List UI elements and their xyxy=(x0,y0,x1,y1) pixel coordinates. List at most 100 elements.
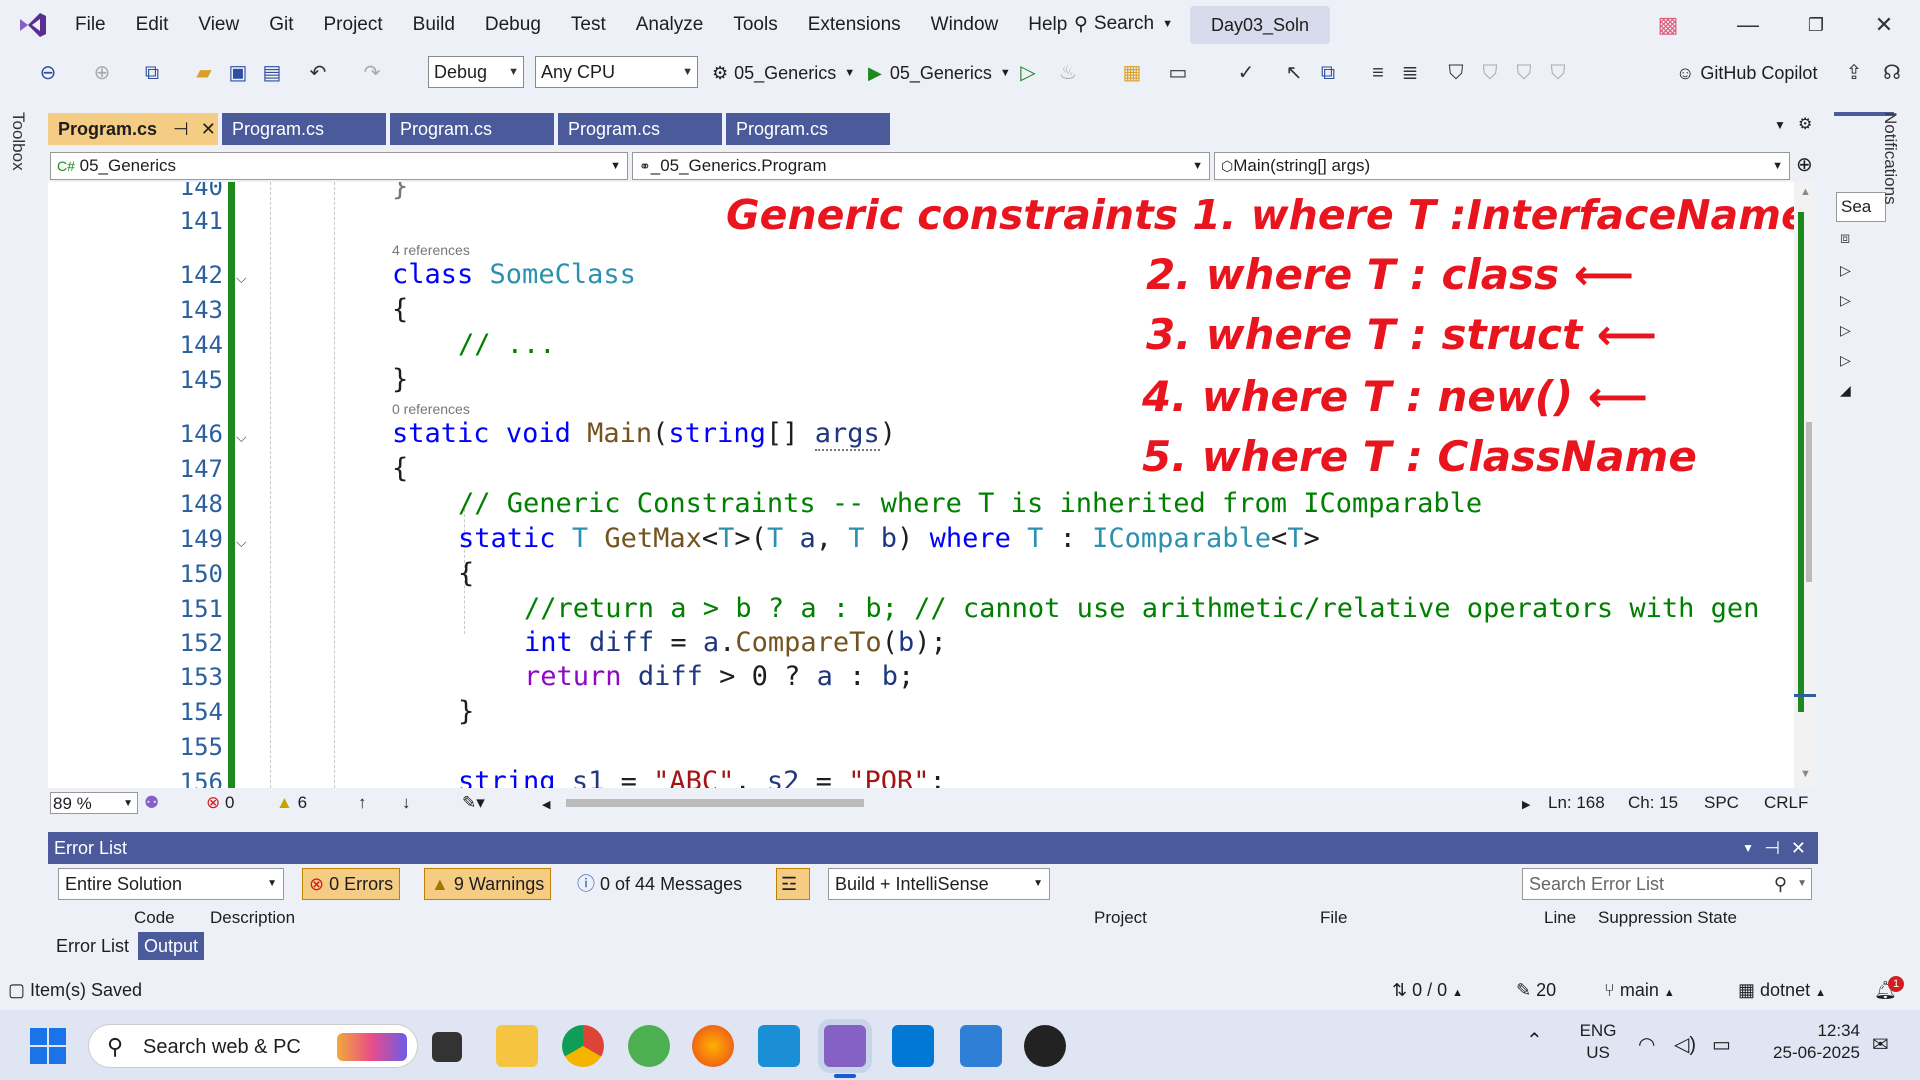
tab-program-cs-active[interactable]: Program.cs ⊣ ✕ xyxy=(48,113,218,145)
collapse-icon[interactable]: ◢ xyxy=(1840,382,1851,399)
errors-filter-toggle[interactable]: ⊗ 0 Errors xyxy=(302,868,401,900)
codelens-references[interactable]: 4 references xyxy=(392,242,470,258)
menu-extensions[interactable]: Extensions xyxy=(793,0,916,50)
class-nav-select[interactable]: ⚭_05_Generics.Program ▼ xyxy=(632,152,1210,180)
menu-file[interactable]: File xyxy=(60,0,121,50)
notifications-bell[interactable]: 🔔︎ 1 xyxy=(1874,970,1904,1010)
fold-toggle[interactable]: ⌵ xyxy=(236,534,247,551)
codelens-references[interactable]: 0 references xyxy=(392,401,470,417)
column-header-code[interactable]: Code xyxy=(134,906,175,930)
warning-count[interactable]: ▲ 6 xyxy=(276,792,307,814)
prev-bookmark-icon[interactable]: ⛉ xyxy=(1478,62,1502,84)
messages-filter-toggle[interactable]: ⓘ 0 of 44 Messages xyxy=(570,868,749,900)
pin-icon[interactable]: ⊣ xyxy=(173,119,189,139)
error-count[interactable]: ⊗ 0 xyxy=(206,792,234,814)
scroll-right-icon[interactable]: ▶ xyxy=(1522,794,1530,816)
feedback-icon[interactable]: ☊ xyxy=(1880,62,1904,84)
battery-icon[interactable]: ▭ xyxy=(1712,1034,1731,1056)
tab-output[interactable]: Output xyxy=(138,932,205,960)
start-debugging-button[interactable]: ▶ 05_Generics ▼ xyxy=(868,60,1011,86)
notepad-icon[interactable] xyxy=(960,1025,1002,1067)
code-cleanup-icon[interactable]: ✎▾ xyxy=(462,792,485,814)
scroll-down-icon[interactable]: ▼ xyxy=(1800,768,1811,780)
column-header-project[interactable]: Project xyxy=(1094,906,1147,930)
column-header-description[interactable]: Description xyxy=(210,906,295,930)
visual-studio-logo-icon[interactable] xyxy=(16,9,48,41)
scroll-left-icon[interactable]: ◀ xyxy=(542,794,550,816)
fold-toggle[interactable]: ⌵ xyxy=(236,270,247,287)
next-issue-icon[interactable]: ↓ xyxy=(402,792,411,814)
fold-toggle[interactable]: ⌵ xyxy=(236,429,247,446)
project-nav-select[interactable]: C# 05_Generics ▼ xyxy=(50,152,628,180)
menu-analyze[interactable]: Analyze xyxy=(621,0,719,50)
volume-icon[interactable]: ◁) xyxy=(1674,1034,1696,1056)
pin-icon[interactable]: ⊣ xyxy=(1764,832,1780,864)
start-without-debugging-icon[interactable]: ▷ xyxy=(1016,62,1040,84)
zoom-magnifier-icon[interactable] xyxy=(758,1025,800,1067)
menu-build[interactable]: Build xyxy=(398,0,470,50)
member-nav-select[interactable]: ⬡Main(string[] args) ▼ xyxy=(1214,152,1790,180)
tab-program-cs[interactable]: Program.cs xyxy=(558,113,722,145)
restore-button[interactable]: ❐ xyxy=(1792,8,1840,42)
tab-settings-icon[interactable]: ⚙ xyxy=(1798,114,1812,134)
new-project-icon[interactable]: ⧉ xyxy=(140,62,164,84)
clear-bookmarks-icon[interactable]: ⛉ xyxy=(1546,62,1570,84)
menu-project[interactable]: Project xyxy=(309,0,398,50)
clock[interactable]: 12:34 25-06-2025 xyxy=(1750,1020,1860,1064)
windows-start-icon[interactable] xyxy=(30,1028,66,1064)
navigate-back-icon[interactable]: ⊖ xyxy=(36,62,60,84)
close-icon[interactable]: ✕ xyxy=(201,119,216,139)
notifications-tab[interactable]: Notifications xyxy=(1880,112,1900,205)
show-hidden-icons[interactable]: ⌃ xyxy=(1526,1030,1543,1052)
menu-tools[interactable]: Tools xyxy=(718,0,792,50)
tab-program-cs[interactable]: Program.cs xyxy=(222,113,386,145)
spring-tool-icon[interactable] xyxy=(628,1025,670,1067)
scroll-thumb[interactable] xyxy=(566,799,864,807)
prev-issue-icon[interactable]: ↑ xyxy=(358,792,367,814)
error-list-search-input[interactable]: Search Error List ⚲ ▼ xyxy=(1522,868,1812,900)
open-folder-icon[interactable]: ▰ xyxy=(192,62,216,84)
expand-icon[interactable]: ▷ xyxy=(1840,262,1851,279)
copy-icon[interactable]: ⧉ xyxy=(1316,62,1340,84)
close-window-button[interactable]: ✕ xyxy=(1860,8,1908,42)
share-icon[interactable]: ⇪ xyxy=(1842,62,1866,84)
intellicode-icon[interactable]: ⚉ xyxy=(144,792,159,814)
git-changes-indicator[interactable]: ⇅ 0 / 0 ▲ xyxy=(1392,970,1463,1010)
menu-view[interactable]: View xyxy=(183,0,254,50)
pending-edits-indicator[interactable]: ✎ 20 xyxy=(1516,970,1556,1010)
expand-icon[interactable]: ▷ xyxy=(1840,292,1851,309)
solution-configuration-select[interactable]: Debug ▼ xyxy=(428,56,524,88)
spell-check-icon[interactable]: ✓ xyxy=(1234,62,1258,84)
global-search-button[interactable]: ⚲ Search ▼ xyxy=(1064,8,1183,40)
menu-window[interactable]: Window xyxy=(916,0,1014,50)
undo-icon[interactable]: ↶ xyxy=(306,62,330,84)
vertical-scrollbar[interactable]: ▲ ▼ xyxy=(1794,182,1816,788)
whitespace-indicator[interactable]: SPC xyxy=(1704,792,1739,814)
language-indicator[interactable]: ENG US xyxy=(1574,1020,1622,1064)
minimize-button[interactable]: — xyxy=(1724,8,1772,42)
warnings-filter-toggle[interactable]: ▲ 9 Warnings xyxy=(424,868,552,900)
indent-icon[interactable]: ≡ xyxy=(1366,62,1390,84)
visual-studio-taskbar-icon[interactable] xyxy=(824,1025,866,1067)
filter-current-document-icon[interactable]: ☲ xyxy=(776,868,810,900)
expand-icon[interactable]: ▷ xyxy=(1840,322,1851,339)
menu-git[interactable]: Git xyxy=(254,0,308,50)
column-header-file[interactable]: File xyxy=(1320,906,1347,930)
navigate-forward-icon[interactable]: ⊕ xyxy=(90,62,114,84)
expand-icon[interactable]: ▷ xyxy=(1840,352,1851,369)
filter-icon[interactable]: ⧈ xyxy=(1840,230,1850,248)
solution-platform-select[interactable]: Any CPU ▼ xyxy=(535,56,698,88)
github-copilot-button[interactable]: ☺ GitHub Copilot xyxy=(1676,60,1817,86)
wifi-icon[interactable]: ◠ xyxy=(1638,1034,1655,1056)
column-header-suppression-state[interactable]: Suppression State xyxy=(1598,906,1737,930)
firefox-icon[interactable] xyxy=(692,1025,734,1067)
next-bookmark-icon[interactable]: ⛉ xyxy=(1512,62,1536,84)
terminal-app-icon[interactable] xyxy=(1024,1025,1066,1067)
menu-debug[interactable]: Debug xyxy=(470,0,556,50)
vscode-icon[interactable] xyxy=(892,1025,934,1067)
repository-selector[interactable]: ▦ dotnet ▲ xyxy=(1738,970,1826,1010)
line-ending-indicator[interactable]: CRLF xyxy=(1764,792,1808,814)
error-scope-select[interactable]: Entire Solution ▼ xyxy=(58,868,284,900)
column-header-line[interactable]: Line xyxy=(1544,906,1576,930)
browse-icon[interactable]: ▦ xyxy=(1120,62,1144,84)
